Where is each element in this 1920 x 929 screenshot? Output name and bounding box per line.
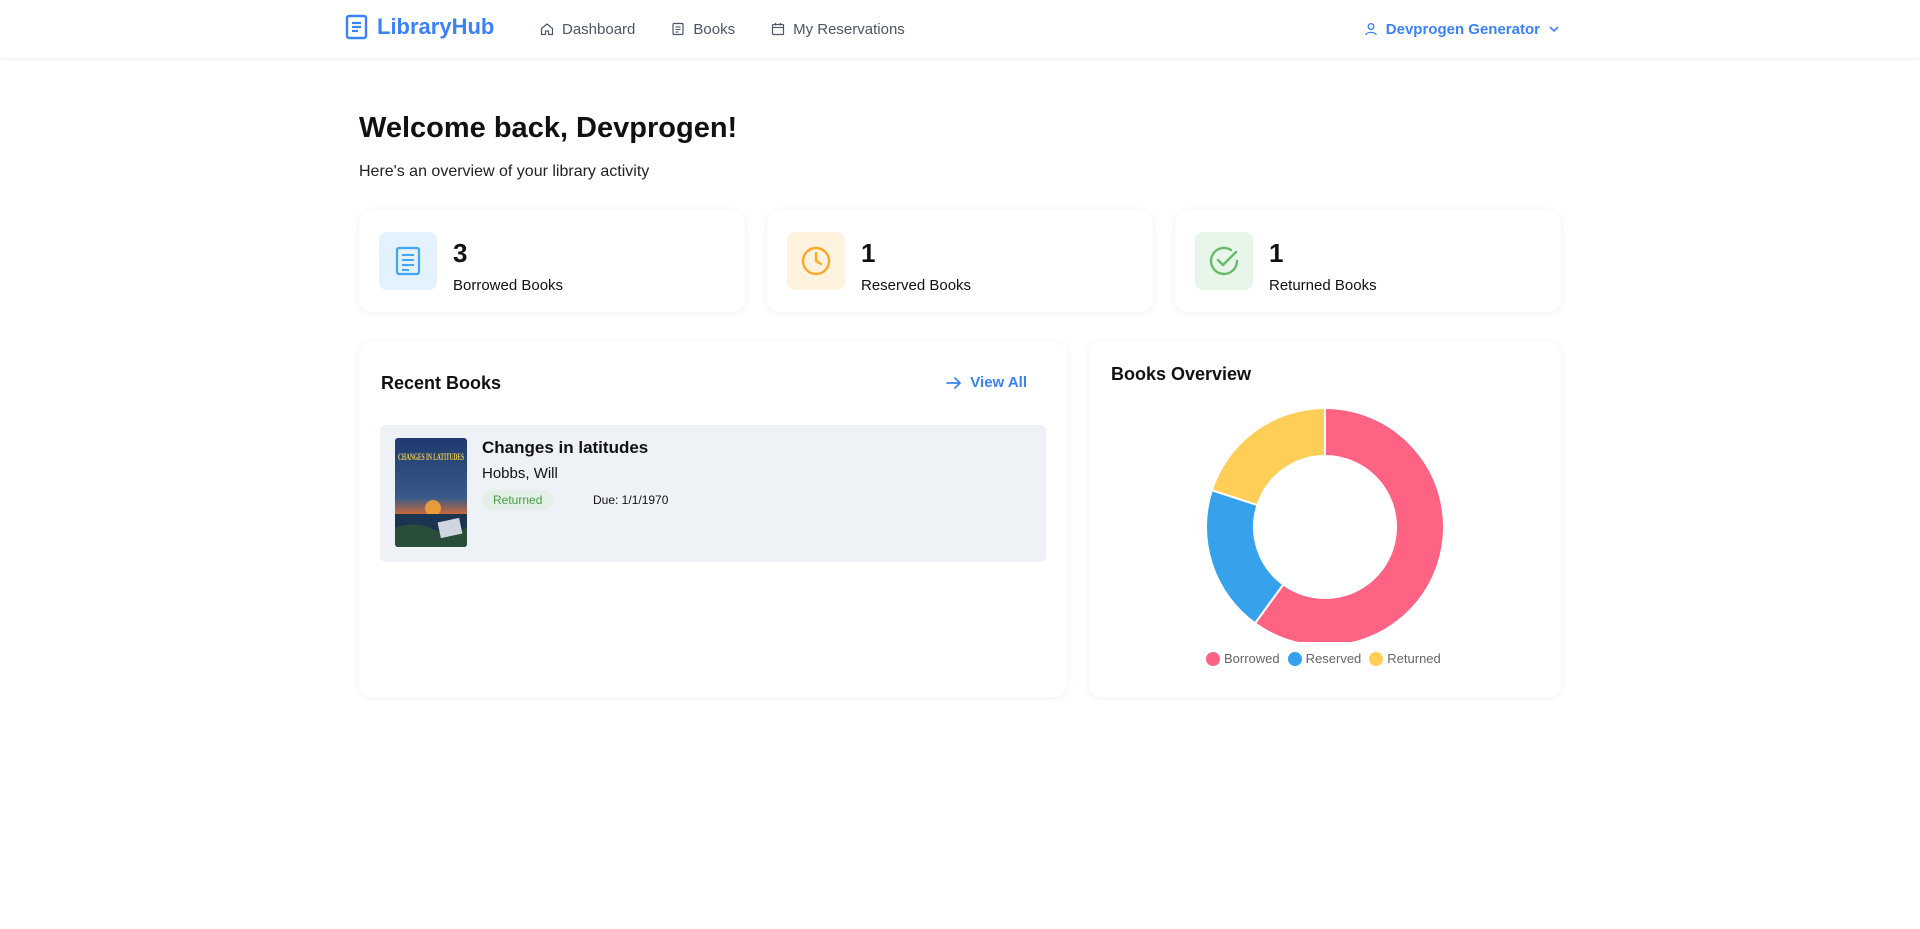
page-subtitle: Here's an overview of your library activ… [359,163,650,180]
user-menu-button[interactable]: Devprogen Generator [1364,0,1560,58]
book-author: Hobbs, Will [482,465,558,482]
book-icon [395,246,421,276]
legend-swatch [1287,651,1302,666]
stat-label: Borrowed Books [453,277,564,294]
stat-card-reserved: 1 Reserved Books [767,210,1153,312]
clock-icon [801,246,831,276]
home-icon [540,23,554,36]
book-title: Changes in latitudes [482,438,649,457]
stat-value: 3 [453,238,468,268]
chevron-down-icon [1549,26,1559,33]
nav-item-my-reservations[interactable]: My Reservations [771,21,905,38]
main-nav: Dashboard Books My Reservations [540,0,905,58]
chart-legend: Borrowed Reserved Returned [1206,651,1441,666]
stat-label: Returned Books [1269,277,1377,294]
user-icon [1364,23,1377,36]
user-name: Devprogen Generator [1385,20,1540,38]
library-logo-icon [345,14,368,40]
stat-icon-box [379,232,437,290]
legend-item-returned[interactable]: Returned [1369,651,1441,666]
legend-label: Returned [1387,651,1441,666]
legend-swatch [1369,651,1384,666]
slice-returned[interactable] [1210,406,1326,507]
stat-value: 1 [1269,238,1284,268]
stat-icon-box [787,232,845,290]
arrow-right-icon [946,376,962,389]
cover-title: CHANGES IN LATITUDES [398,452,464,462]
book-cover: CHANGES IN LATITUDES [395,438,467,547]
book-icon [672,22,684,36]
nav-item-label: My Reservations [793,20,905,38]
view-all-link[interactable]: View All [946,374,1027,391]
calendar-icon [771,23,785,36]
donut-chart [1205,406,1445,642]
due-date: Due: 1/1/1970 [593,493,669,507]
nav-item-label: Books [693,20,736,38]
legend-label: Borrowed [1224,651,1280,666]
legend-item-reserved[interactable]: Reserved [1287,651,1362,666]
stat-card-borrowed: 3 Borrowed Books [359,210,745,312]
books-overview-panel: Books Overview Borrowed Reserved Returned [1089,342,1561,697]
check-circle-icon [1209,246,1239,276]
recent-books-panel: Recent Books View All CHANGES IN LATITUD… [359,342,1067,697]
stat-label: Reserved Books [861,277,972,294]
logo-text: LibraryHub [377,14,495,39]
stat-icon-box [1195,232,1253,290]
nav-item-label: Dashboard [562,20,636,38]
panel-title: Recent Books [381,373,502,393]
nav-item-dashboard[interactable]: Dashboard [540,21,635,38]
stat-card-returned: 1 Returned Books [1175,210,1561,312]
top-navbar: LibraryHub Dashboard Books My Reservatio… [0,0,1920,58]
legend-item-borrowed[interactable]: Borrowed [1206,651,1280,666]
legend-swatch [1206,651,1220,666]
nav-item-books[interactable]: Books [671,21,735,38]
logo[interactable]: LibraryHub [345,14,494,40]
view-all-label: View All [970,374,1027,391]
status-badge: Returned [482,490,554,510]
page-title: Welcome back, Devprogen! [359,112,738,144]
stat-value: 1 [861,238,876,268]
list-item[interactable]: CHANGES IN LATITUDES Changes in latitude… [380,425,1046,562]
legend-label: Reserved [1305,651,1362,666]
